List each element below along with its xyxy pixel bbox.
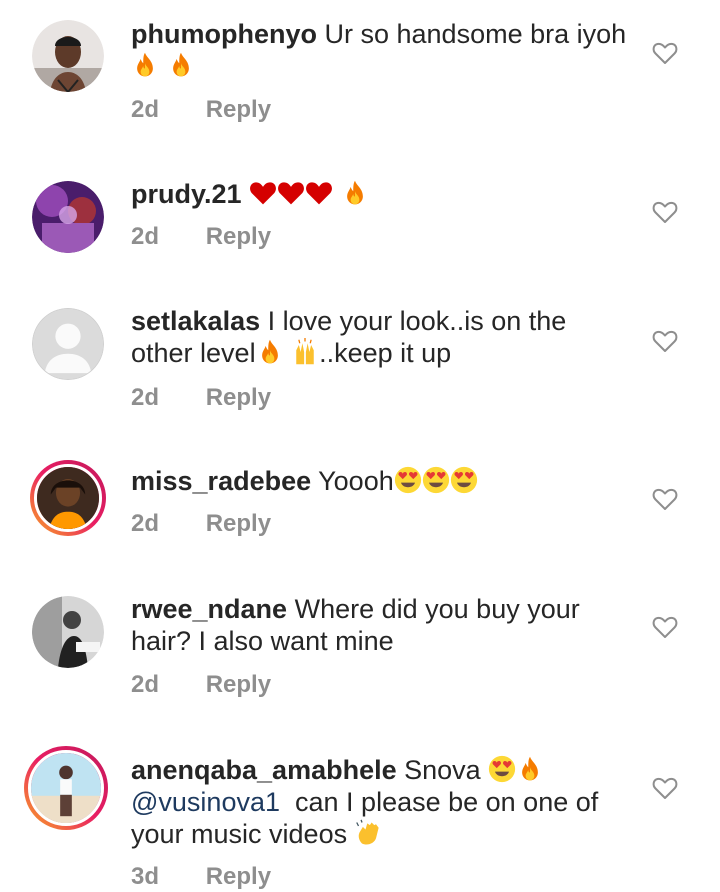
heart-eyes-icon	[394, 466, 422, 494]
comment-message: Ur so handsome bra iyoh	[324, 19, 627, 49]
username[interactable]: setlakalas	[131, 306, 260, 336]
avatar[interactable]	[32, 20, 104, 92]
reply-button[interactable]: Reply	[206, 863, 271, 890]
comment-text: anenqaba_amabhele Snova @vusinova1 can I…	[131, 754, 631, 850]
default-avatar-icon	[33, 309, 103, 379]
like-heart-icon[interactable]	[652, 329, 678, 353]
like-heart-icon[interactable]	[652, 487, 678, 511]
raising-hands-icon	[291, 338, 319, 366]
comment-meta: 2d Reply	[131, 671, 271, 699]
avatar-image	[32, 596, 104, 668]
comment-text: miss_radebee Yoooh	[131, 465, 631, 497]
comment-meta: 2d Reply	[131, 96, 271, 124]
comment-message: other level	[131, 338, 256, 368]
username[interactable]: phumophenyo	[131, 19, 317, 49]
comment-time: 2d	[131, 223, 160, 250]
comment-time: 2d	[131, 384, 160, 411]
avatar-image	[31, 753, 101, 823]
red-heart-icon	[305, 179, 333, 207]
reply-button[interactable]: Reply	[206, 510, 271, 537]
waving-hand-icon	[355, 819, 383, 847]
comment-message: your music videos	[131, 819, 348, 849]
avatar[interactable]	[32, 181, 104, 253]
red-heart-icon	[277, 179, 305, 207]
comment-time: 3d	[131, 863, 160, 890]
comment-text: rwee_ndane Where did you buy your hair? …	[131, 593, 631, 657]
red-heart-icon	[249, 179, 277, 207]
heart-eyes-icon	[422, 466, 450, 494]
username[interactable]: rwee_ndane	[131, 594, 287, 624]
fire-icon	[131, 51, 159, 79]
comment-message: Snova	[404, 755, 481, 785]
fire-icon	[516, 755, 544, 783]
comment-meta: 3d Reply	[131, 863, 271, 891]
username[interactable]: anenqaba_amabhele	[131, 755, 397, 785]
comment-text: setlakalas I love your look..is on the o…	[131, 305, 631, 369]
reply-button[interactable]: Reply	[206, 96, 271, 123]
avatar-image	[32, 181, 104, 253]
comment-message: Yoooh	[318, 466, 394, 496]
comment-meta: 2d Reply	[131, 510, 271, 538]
mention-link[interactable]: @vusinova1	[131, 787, 280, 817]
username[interactable]: miss_radebee	[131, 466, 311, 496]
comment-message: I love your look..is on the	[267, 306, 567, 336]
avatar-image	[37, 467, 99, 529]
reply-button[interactable]: Reply	[206, 671, 271, 698]
like-heart-icon[interactable]	[652, 615, 678, 639]
heart-eyes-icon	[488, 755, 516, 783]
avatar[interactable]	[32, 596, 104, 668]
comment-text: phumophenyo Ur so handsome bra iyoh	[131, 18, 631, 82]
avatar[interactable]	[32, 308, 104, 380]
comment-message: can I please be on one of	[295, 787, 599, 817]
like-heart-icon[interactable]	[652, 41, 678, 65]
comment-message: hair? I also want mine	[131, 626, 394, 656]
comment-meta: 2d Reply	[131, 384, 271, 412]
heart-eyes-icon	[450, 466, 478, 494]
fire-icon	[341, 179, 369, 207]
fire-icon	[167, 51, 195, 79]
comment-time: 2d	[131, 671, 160, 698]
comment-message: ..keep it up	[319, 338, 452, 368]
username[interactable]: prudy.21	[131, 179, 242, 209]
reply-button[interactable]: Reply	[206, 384, 271, 411]
comment-time: 2d	[131, 96, 160, 123]
reply-button[interactable]: Reply	[206, 223, 271, 250]
like-heart-icon[interactable]	[652, 776, 678, 800]
avatar-with-story-ring[interactable]	[24, 746, 108, 830]
comment-text: prudy.21	[131, 178, 631, 210]
like-heart-icon[interactable]	[652, 200, 678, 224]
comment-message: Where did you buy your	[294, 594, 580, 624]
avatar-with-story-ring[interactable]	[30, 460, 106, 536]
comment-meta: 2d Reply	[131, 223, 271, 251]
fire-icon	[256, 338, 284, 366]
comment-time: 2d	[131, 510, 160, 537]
avatar-image	[32, 20, 104, 92]
